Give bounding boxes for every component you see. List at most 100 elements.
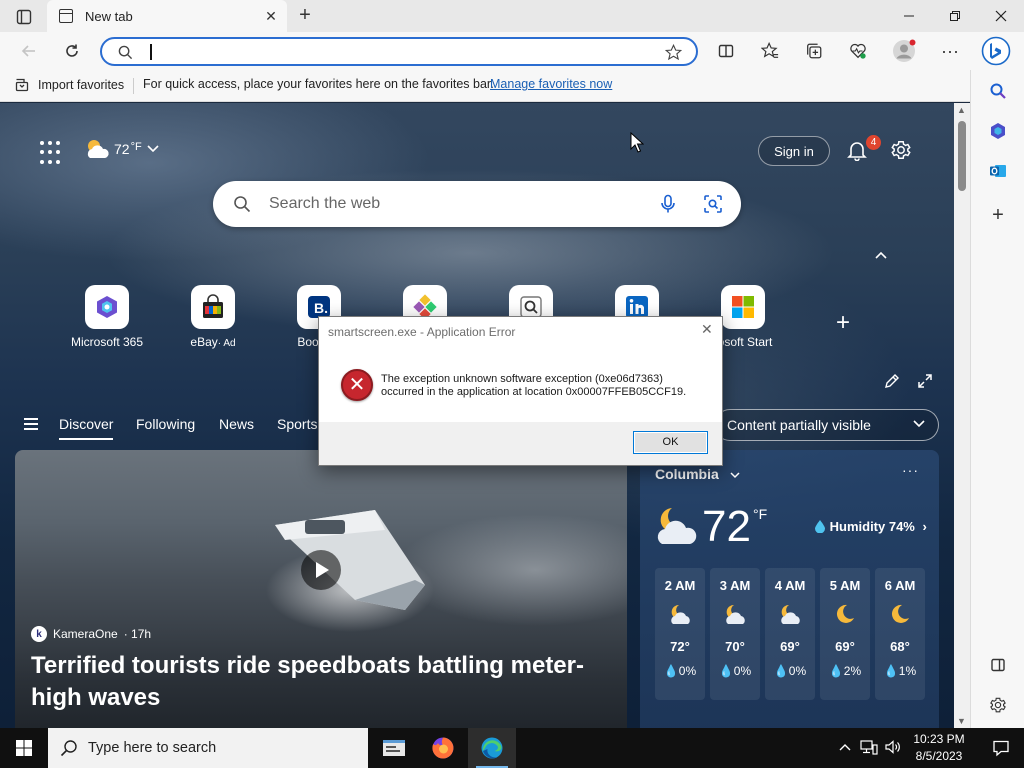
sidebar-outlook-button[interactable] bbox=[983, 156, 1013, 186]
error-x-icon: ✕ bbox=[341, 369, 373, 401]
hero-news-card[interactable]: k KameraOne · 17h Terrified tourists rid… bbox=[15, 450, 627, 728]
tab-close-icon[interactable]: ✕ bbox=[259, 8, 283, 25]
manage-favorites-link[interactable]: Manage favorites now bbox=[490, 77, 612, 91]
hourly-forecast-item[interactable]: 3 AM 70° 💧0% bbox=[710, 568, 760, 700]
page-scrollbar[interactable]: ▲ ▼ bbox=[954, 103, 970, 728]
collapse-links-button[interactable] bbox=[874, 247, 888, 263]
personalize-button[interactable] bbox=[884, 373, 900, 392]
window-close-button[interactable] bbox=[978, 0, 1024, 32]
scrollbar-thumb[interactable] bbox=[958, 121, 966, 191]
plus-icon: + bbox=[992, 203, 1004, 226]
action-center-button[interactable] bbox=[978, 728, 1024, 768]
quicklink-microsoft-365[interactable]: Microsoft 365 bbox=[62, 285, 152, 349]
weather-more-button[interactable]: ··· bbox=[902, 462, 919, 478]
page-settings-button[interactable] bbox=[890, 139, 914, 163]
web-search-box[interactable]: Search the web bbox=[213, 181, 741, 227]
volume-icon[interactable] bbox=[884, 739, 902, 758]
nav-news[interactable]: News bbox=[219, 416, 254, 432]
notifications-button[interactable]: 4 bbox=[846, 135, 881, 163]
forecast-temp: 69° bbox=[835, 639, 855, 654]
content-visibility-dropdown[interactable]: Content partially visible bbox=[714, 409, 939, 441]
browser-tab[interactable]: New tab ✕ bbox=[47, 0, 287, 32]
chevron-up-icon[interactable] bbox=[838, 741, 852, 755]
sidebar-search-button[interactable] bbox=[983, 76, 1013, 106]
content-visibility-label: Content partially visible bbox=[727, 417, 871, 433]
hourly-forecast-item[interactable]: 4 AM 69° 💧0% bbox=[765, 568, 815, 700]
weather-location[interactable]: Columbia bbox=[655, 466, 741, 482]
new-tab-button[interactable]: + bbox=[292, 4, 318, 28]
back-button[interactable] bbox=[14, 36, 44, 66]
edit-pen-icon bbox=[885, 374, 899, 388]
microphone-icon[interactable] bbox=[659, 194, 677, 214]
forecast-hour: 3 AM bbox=[719, 578, 751, 593]
play-video-button[interactable] bbox=[301, 550, 341, 590]
microsoft-logo-icon bbox=[721, 285, 765, 329]
weather-mini-temp: 72 bbox=[114, 141, 130, 157]
fullscreen-button[interactable] bbox=[917, 373, 933, 392]
hourly-forecast-item[interactable]: 5 AM 69° 💧2% bbox=[820, 568, 870, 700]
quicklink-label: Microsoft 365 bbox=[70, 335, 144, 349]
tab-actions-button[interactable] bbox=[10, 6, 38, 28]
browser-tab-bar: New tab ✕ + bbox=[0, 0, 1024, 32]
import-favorites-button[interactable]: Import favorites bbox=[14, 77, 124, 93]
browser-essentials-button[interactable] bbox=[843, 36, 873, 66]
minimize-button[interactable] bbox=[886, 0, 932, 32]
newtab-favicon-icon bbox=[59, 9, 73, 23]
network-icon[interactable] bbox=[860, 739, 878, 758]
search-icon bbox=[234, 196, 251, 213]
avatar-icon bbox=[893, 39, 916, 62]
quicklink-ebay[interactable]: eBay· Ad bbox=[168, 285, 258, 349]
taskbar-app-task-view[interactable] bbox=[370, 728, 418, 768]
collections-button[interactable] bbox=[799, 36, 829, 66]
taskbar-search-box[interactable]: Type here to search bbox=[48, 728, 368, 768]
forecast-precip-value: 0% bbox=[788, 664, 807, 678]
dialog-close-button[interactable]: ✕ bbox=[701, 321, 713, 338]
copilot-button[interactable] bbox=[980, 35, 1012, 67]
favorites-star-list-icon bbox=[761, 42, 779, 58]
forecast-temp: 72° bbox=[670, 639, 690, 654]
profile-button[interactable] bbox=[889, 36, 919, 66]
nav-following[interactable]: Following bbox=[136, 416, 195, 432]
sidebar-add-button[interactable]: + bbox=[983, 200, 1013, 230]
expand-icon bbox=[918, 374, 932, 388]
address-input[interactable] bbox=[152, 42, 632, 62]
sidebar-settings-button[interactable] bbox=[983, 690, 1013, 720]
restore-button[interactable] bbox=[932, 0, 978, 32]
hamburger-menu-icon[interactable] bbox=[24, 418, 38, 430]
sign-in-button[interactable]: Sign in bbox=[758, 136, 830, 166]
taskbar-app-edge[interactable] bbox=[468, 728, 516, 768]
taskbar-clock[interactable]: 10:23 PM 8/5/2023 bbox=[905, 731, 973, 765]
settings-more-button[interactable]: ··· bbox=[935, 36, 965, 66]
sidebar-hide-button[interactable] bbox=[983, 650, 1013, 680]
address-bar[interactable] bbox=[100, 37, 698, 66]
publisher-logo: k bbox=[31, 626, 47, 642]
firefox-icon bbox=[432, 737, 454, 759]
hourly-forecast-item[interactable]: 6 AM 68° 💧1% bbox=[875, 568, 925, 700]
app-launcher-icon[interactable] bbox=[40, 141, 64, 165]
hourly-forecast-item[interactable]: 2 AM 72° 💧0% bbox=[655, 568, 705, 700]
ok-button[interactable]: OK bbox=[633, 431, 708, 454]
visual-search-icon[interactable] bbox=[703, 194, 723, 214]
split-screen-button[interactable] bbox=[711, 36, 741, 66]
favorite-star-icon[interactable] bbox=[665, 44, 682, 61]
nav-discover[interactable]: Discover bbox=[59, 416, 114, 440]
sidebar-office-button[interactable] bbox=[983, 116, 1013, 146]
scroll-down-arrow-icon[interactable]: ▼ bbox=[957, 716, 966, 726]
favbar-divider bbox=[133, 78, 134, 94]
weather-mini-widget[interactable]: 72 °F bbox=[84, 138, 160, 160]
taskbar-app-firefox[interactable] bbox=[419, 728, 467, 768]
weather-card[interactable]: Columbia ··· 72 °F Humidity 74% › 2 AM 7… bbox=[640, 450, 939, 728]
humidity-readout[interactable]: Humidity 74% › bbox=[814, 519, 927, 534]
favorites-button[interactable] bbox=[755, 36, 785, 66]
nav-sports[interactable]: Sports bbox=[277, 416, 317, 432]
search-placeholder: Search the web bbox=[269, 195, 381, 212]
edge-sidebar: + bbox=[970, 70, 1024, 728]
start-button[interactable] bbox=[0, 728, 48, 768]
clock-date: 8/5/2023 bbox=[915, 749, 963, 763]
add-quicklink-button[interactable]: + bbox=[836, 309, 850, 337]
scroll-up-arrow-icon[interactable]: ▲ bbox=[957, 105, 966, 115]
refresh-button[interactable] bbox=[57, 36, 87, 66]
article-headline[interactable]: Terrified tourists ride speedboats battl… bbox=[31, 650, 621, 714]
dialog-message-line: occurred in the application at location … bbox=[381, 386, 687, 398]
favorites-bar-message: For quick access, place your favorites h… bbox=[143, 77, 494, 91]
